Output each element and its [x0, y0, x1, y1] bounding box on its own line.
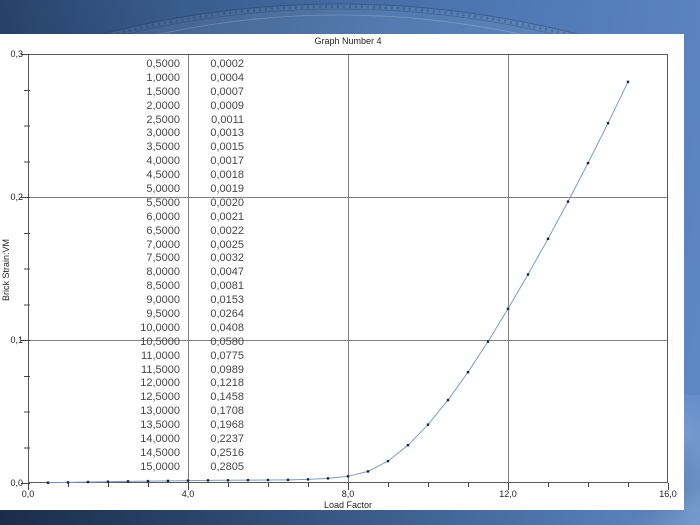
table-row: 14,50000,2516: [100, 445, 244, 459]
data-point-marker: [407, 444, 409, 446]
table-row: 8,50000,0081: [100, 278, 244, 292]
data-point-marker: [267, 479, 269, 481]
load-factor-cell: 15,0000: [100, 461, 180, 475]
table-row: 1,50000,0007: [100, 84, 244, 98]
data-point-marker: [47, 482, 49, 484]
table-row: 3,00000,0013: [100, 125, 244, 139]
data-point-marker: [447, 399, 449, 401]
data-point-marker: [507, 308, 509, 310]
table-row: 13,50000,1968: [100, 417, 244, 431]
data-point-marker: [187, 479, 189, 481]
table-row: 15,0000 0,2805: [100, 459, 244, 473]
data-point-marker: [287, 479, 289, 481]
data-point-marker: [467, 371, 469, 373]
data-point-marker: [207, 479, 209, 481]
table-row: 0,50000,0002: [100, 56, 244, 70]
y-tick-label: 0,3: [0, 49, 23, 60]
table-row: 7,00000,0025: [100, 237, 244, 251]
table-row: 2,50000,0011: [100, 112, 244, 126]
table-row: 9,50000,0264: [100, 306, 244, 320]
table-row: 14,00000,2237: [100, 431, 244, 445]
data-point-marker: [527, 273, 529, 275]
table-row: 1,00000,0004: [100, 70, 244, 84]
table-row: 12,00000,1218: [100, 375, 244, 389]
data-point-marker: [147, 480, 149, 482]
data-point-marker: [567, 200, 569, 202]
x-tick-label: 16,0: [653, 489, 683, 500]
data-point-marker: [587, 162, 589, 164]
data-point-marker: [307, 478, 309, 480]
data-point-marker: [607, 122, 609, 124]
table-row: 4,50000,0018: [100, 167, 244, 181]
table-row: 5,50000,0020: [100, 195, 244, 209]
chart-title: Graph Number 4: [28, 36, 668, 46]
data-point-marker: [67, 481, 69, 483]
table-row: 11,50000,0989: [100, 362, 244, 376]
x-tick-label: 8,0: [333, 489, 363, 500]
data-point-marker: [87, 481, 89, 483]
dome-wireframe-decoration: [40, 0, 620, 34]
table-row: 7,50000,0032: [100, 250, 244, 264]
dome-arc-outer: [80, 4, 585, 34]
x-tick-label: 4,0: [173, 489, 203, 500]
table-row: 3,50000,0015: [100, 139, 244, 153]
table-row: 2,00000,0009: [100, 98, 244, 112]
table-row: 6,00000,0021: [100, 209, 244, 223]
data-point-marker: [247, 479, 249, 481]
table-row: 13,00000,1708: [100, 403, 244, 417]
value-table-overlay: 0,50000,00021,00000,00041,50000,00072,00…: [100, 56, 244, 473]
data-point-marker: [107, 481, 109, 483]
table-row: 8,00000,0047: [100, 264, 244, 278]
strain-value-cell: 0,2805: [196, 461, 244, 475]
data-point-marker: [127, 480, 129, 482]
x-axis-title: Load Factor: [28, 500, 668, 510]
data-point-marker: [387, 460, 389, 462]
data-point-marker: [327, 477, 329, 479]
table-row: 10,50000,0580: [100, 334, 244, 348]
slide-background: Graph Number 4 0,00,10,20,3 0,04,08,012,…: [0, 0, 700, 525]
x-tick-label: 12,0: [493, 489, 523, 500]
data-point-marker: [167, 480, 169, 482]
data-point-marker: [227, 479, 229, 481]
data-point-marker: [347, 475, 349, 477]
data-point-marker: [487, 340, 489, 342]
table-row: 6,50000,0022: [100, 223, 244, 237]
table-row: 9,00000,0153: [100, 292, 244, 306]
y-axis-title: Brick Strain:VM: [1, 200, 13, 340]
table-row: 5,00000,0019: [100, 181, 244, 195]
table-row: 11,00000,0775: [100, 348, 244, 362]
table-row: 10,00000,0408: [100, 320, 244, 334]
y-tick-label: 0,0: [0, 478, 23, 489]
data-point-marker: [367, 470, 369, 472]
table-row: 4,00000,0017: [100, 153, 244, 167]
data-point-marker: [547, 238, 549, 240]
data-point-marker: [627, 81, 629, 83]
chart-panel: Graph Number 4 0,00,10,20,3 0,04,08,012,…: [0, 34, 684, 510]
table-row: 12,50000,1458: [100, 389, 244, 403]
data-point-marker: [427, 424, 429, 426]
x-tick-label: 0,0: [13, 489, 43, 500]
